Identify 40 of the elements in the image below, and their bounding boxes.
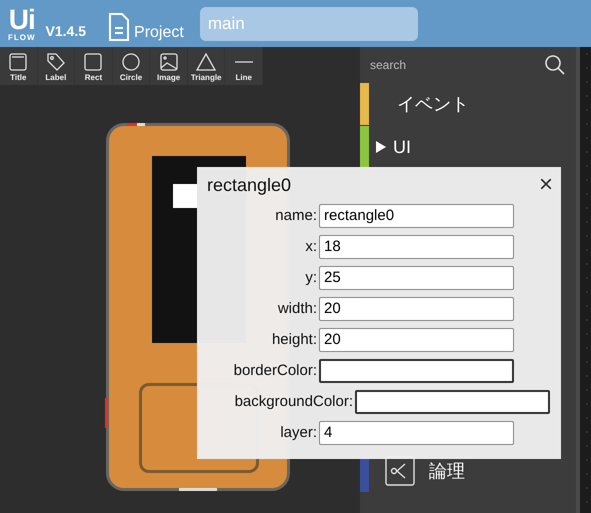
- search-icon: [544, 54, 566, 76]
- property-field[interactable]: rectangle0: [319, 204, 514, 228]
- field-label: name:: [274, 207, 317, 224]
- property-field[interactable]: 20: [319, 296, 514, 320]
- logo: Ui FLOW: [8, 6, 36, 42]
- field-label: backgroundColor:: [234, 393, 353, 410]
- image-icon: [158, 52, 180, 72]
- property-field[interactable]: 4: [319, 420, 514, 444]
- version-label: V1.4.5: [46, 22, 86, 38]
- field-label: borderColor:: [232, 362, 317, 379]
- document-icon: [108, 12, 130, 42]
- triangle-icon: [195, 52, 218, 72]
- property-field[interactable]: 18: [319, 234, 514, 258]
- tool-button[interactable]: Label: [38, 47, 76, 85]
- tool-button[interactable]: Title: [0, 47, 38, 85]
- field-label: width:: [276, 300, 317, 317]
- field-label: x:: [304, 238, 317, 255]
- square-icon: [82, 52, 104, 72]
- expand-arrow-icon: [375, 140, 387, 154]
- category-item[interactable]: UI: [360, 126, 576, 168]
- property-field[interactable]: [319, 358, 514, 382]
- tag-icon: [44, 52, 67, 72]
- property-field[interactable]: 20: [319, 328, 514, 352]
- close-button[interactable]: ×: [538, 171, 553, 199]
- field-label: height:: [270, 331, 317, 348]
- tool-button[interactable]: Triangle: [188, 47, 226, 85]
- field-label: layer:: [279, 424, 317, 441]
- field-label: y:: [304, 269, 317, 286]
- dialog-title: rectangle0: [207, 175, 292, 196]
- property-field[interactable]: 25: [319, 266, 514, 290]
- tool-button[interactable]: Circle: [112, 47, 150, 85]
- category-item[interactable]: イベント: [360, 83, 576, 125]
- line-icon: [234, 61, 253, 63]
- property-field[interactable]: [355, 390, 550, 414]
- window-icon: [7, 52, 30, 72]
- tool-button[interactable]: Rect: [75, 47, 113, 85]
- tool-button[interactable]: Image: [150, 47, 188, 85]
- search-field[interactable]: search: [360, 47, 576, 83]
- tool-button[interactable]: Line: [225, 47, 264, 85]
- circle-icon: [120, 52, 142, 72]
